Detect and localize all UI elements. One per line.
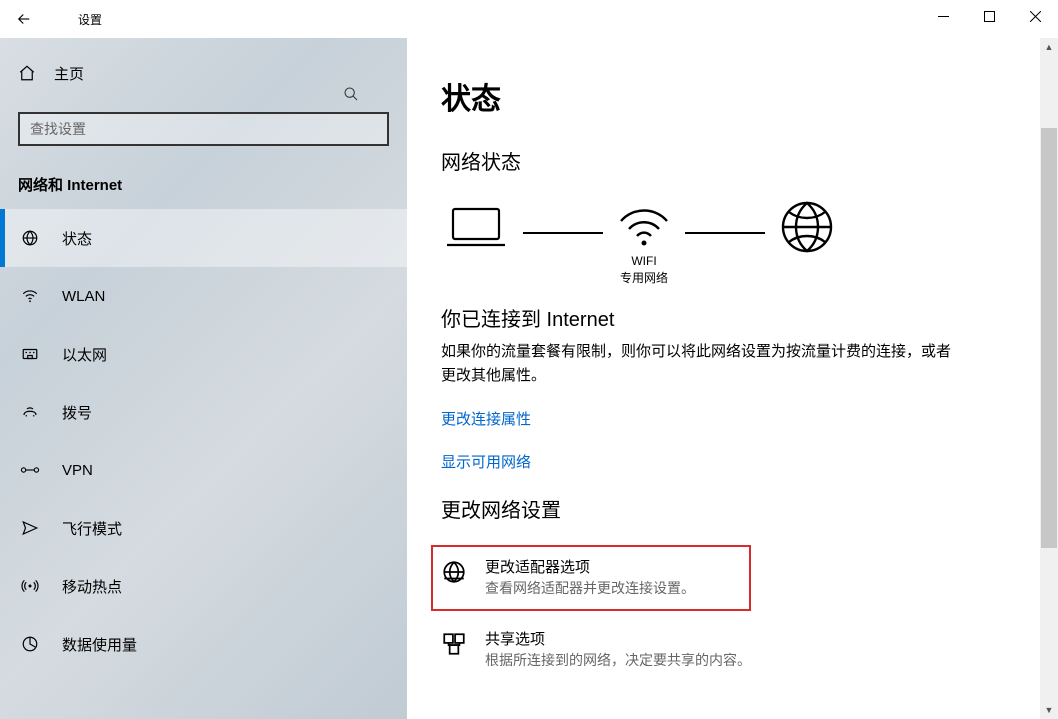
connected-desc: 如果你的流量套餐有限制，则你可以将此网络设置为按流量计费的连接，或者更改其他属性…: [441, 340, 961, 388]
diagram-globe: [779, 199, 835, 291]
sidebar-item-label: 状态: [62, 228, 92, 249]
close-icon: [1030, 11, 1041, 22]
laptop-icon: [443, 203, 509, 251]
option-sub: 查看网络适配器并更改连接设置。: [485, 578, 695, 599]
titlebar: 设置: [0, 0, 1058, 38]
network-status-heading: 网络状态: [441, 146, 1058, 175]
page-title: 状态: [441, 74, 1058, 118]
wifi-large-icon: [617, 205, 671, 249]
hotspot-icon: [20, 577, 40, 595]
maximize-icon: [984, 11, 995, 22]
option-title: 更改适配器选项: [485, 557, 695, 578]
diagram-line: [685, 232, 765, 234]
sidebar-item-vpn[interactable]: VPN: [0, 441, 407, 499]
link-show-networks[interactable]: 显示可用网络: [441, 451, 1058, 472]
option-sharing[interactable]: 共享选项 根据所连接到的网络，决定要共享的内容。: [441, 623, 961, 677]
share-icon: [441, 631, 471, 657]
minimize-button[interactable]: [920, 0, 966, 32]
network-diagram: WIFI 专用网络: [443, 199, 1058, 291]
diagram-line: [523, 232, 603, 234]
option-sub: 根据所连接到的网络，决定要共享的内容。: [485, 650, 751, 671]
diagram-laptop: [443, 203, 509, 287]
diagram-wifi-label: WIFI: [620, 253, 668, 270]
globe-large-icon: [779, 199, 835, 255]
home-icon: [18, 64, 36, 82]
sidebar-item-label: 数据使用量: [62, 634, 137, 655]
window-controls: [920, 0, 1058, 32]
scrollbar-thumb[interactable]: [1041, 128, 1057, 548]
maximize-button[interactable]: [966, 0, 1012, 32]
airplane-icon: [20, 519, 40, 537]
content-pane: 状态 网络状态 WIFI 专用网络: [407, 38, 1058, 719]
option-title: 共享选项: [485, 629, 751, 650]
change-settings-heading: 更改网络设置: [441, 494, 1058, 523]
wifi-icon: [20, 287, 40, 305]
arrow-left-icon: [15, 10, 33, 28]
diagram-wifi-sub: 专用网络: [620, 270, 668, 287]
scroll-up-arrow-icon[interactable]: ▲: [1040, 38, 1058, 56]
sidebar-item-label: 移动热点: [62, 576, 122, 597]
diagram-wifi: WIFI 专用网络: [617, 205, 671, 285]
sidebar-item-label: VPN: [62, 462, 93, 479]
sidebar-item-label: 以太网: [62, 344, 107, 365]
home-label: 主页: [54, 63, 84, 84]
data-usage-icon: [20, 635, 40, 653]
sidebar-section-title: 网络和 Internet: [18, 174, 407, 195]
window-title: 设置: [78, 11, 102, 28]
connected-heading: 你已连接到 Internet: [441, 303, 1058, 332]
minimize-icon: [938, 11, 949, 22]
sidebar-item-label: 拨号: [62, 402, 92, 423]
sidebar-item-status[interactable]: 状态: [0, 209, 407, 267]
sidebar-item-hotspot[interactable]: 移动热点: [0, 557, 407, 615]
home-button[interactable]: 主页: [18, 52, 407, 94]
sidebar-item-airplane[interactable]: 飞行模式: [0, 499, 407, 557]
scroll-down-arrow-icon[interactable]: ▼: [1040, 701, 1058, 719]
search-input[interactable]: [18, 112, 389, 146]
sidebar-item-ethernet[interactable]: 以太网: [0, 325, 407, 383]
sidebar-item-data-usage[interactable]: 数据使用量: [0, 615, 407, 673]
globe-icon: [20, 229, 40, 247]
link-change-connection-props[interactable]: 更改连接属性: [441, 408, 1058, 429]
dialup-icon: [20, 403, 40, 421]
sidebar-nav: 状态 WLAN 以太网: [0, 209, 407, 673]
back-button[interactable]: [0, 0, 48, 38]
close-button[interactable]: [1012, 0, 1058, 32]
ethernet-icon: [20, 345, 40, 363]
sidebar-item-wlan[interactable]: WLAN: [0, 267, 407, 325]
option-adapter-settings[interactable]: 更改适配器选项 查看网络适配器并更改连接设置。: [431, 545, 751, 611]
vpn-icon: [20, 461, 40, 479]
sidebar-item-label: 飞行模式: [62, 518, 122, 539]
scrollbar[interactable]: ▲ ▼: [1040, 38, 1058, 719]
globe-icon: [441, 559, 471, 585]
sidebar: 主页 网络和 Internet 状态: [0, 38, 407, 719]
sidebar-item-dialup[interactable]: 拨号: [0, 383, 407, 441]
sidebar-item-label: WLAN: [62, 288, 105, 305]
